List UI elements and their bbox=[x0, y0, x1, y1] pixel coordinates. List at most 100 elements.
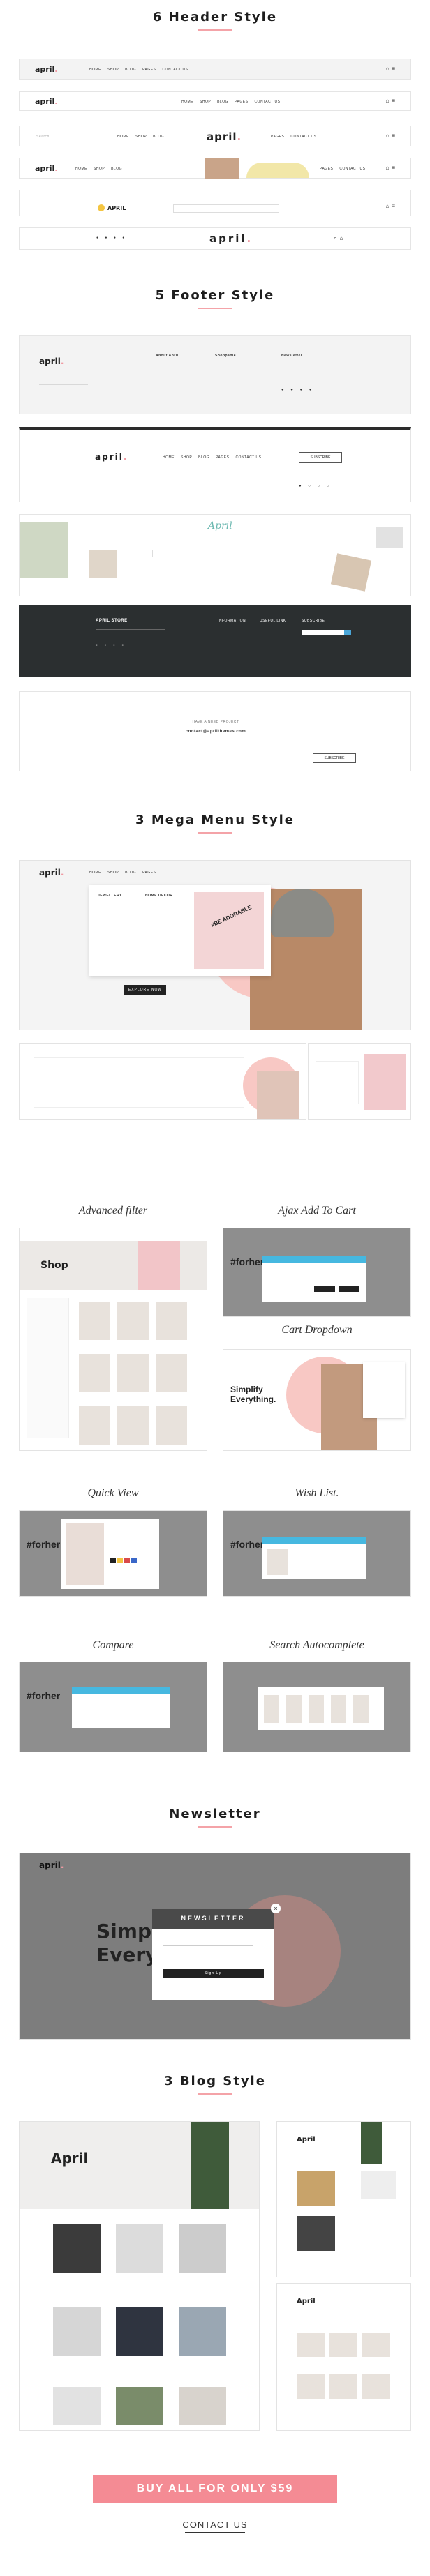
added-to-cart-popup bbox=[262, 1256, 366, 1302]
title-underline bbox=[198, 1826, 232, 1828]
header-style-2: april. HOME SHOP BLOG PAGES CONTACT US ⌂≡ bbox=[19, 91, 411, 111]
caption-search-auto: Search Autocomplete bbox=[269, 1639, 364, 1651]
logo-center[interactable]: april. bbox=[209, 232, 253, 245]
logo[interactable]: april. bbox=[35, 65, 57, 74]
header-style-5: APRIL ⌂≡ bbox=[19, 190, 411, 216]
main-nav: HOME SHOP BLOG PAGES CONTACT US bbox=[89, 68, 194, 72]
filter-sidebar[interactable] bbox=[27, 1298, 69, 1438]
advanced-filter-screenshot: Shop bbox=[19, 1228, 207, 1451]
banner-photo bbox=[138, 1241, 180, 1290]
plant-photo bbox=[20, 522, 68, 578]
quick-view-screenshot: #forher bbox=[19, 1510, 207, 1597]
logo[interactable]: APRIL bbox=[108, 205, 126, 211]
newsletter-input[interactable] bbox=[281, 370, 379, 377]
footer-style-2: april. HOME SHOP BLOG PAGES CONTACT US SUBSC… bbox=[19, 427, 411, 502]
footer-email[interactable]: contact@aprilthemes.com bbox=[20, 730, 412, 734]
caption-cart-dropdown: Cart Dropdown bbox=[281, 1324, 353, 1336]
close-icon[interactable]: × bbox=[271, 1904, 281, 1913]
logo[interactable]: april. bbox=[95, 452, 128, 462]
blog-title: April bbox=[51, 2150, 89, 2167]
mega-dropdown bbox=[316, 1061, 359, 1104]
nav-blog[interactable]: BLOG bbox=[125, 68, 136, 72]
decor-shape bbox=[246, 163, 309, 178]
caption-ajax-add: Ajax Add To Cart bbox=[278, 1205, 356, 1217]
social-icons[interactable]: ● ● ● ● bbox=[96, 236, 127, 240]
hero-photo bbox=[205, 158, 239, 179]
search-input[interactable] bbox=[173, 204, 279, 213]
section-title-newsletter: Newsletter bbox=[169, 1807, 261, 1821]
footer-col-newsletter: Newsletter bbox=[281, 354, 303, 358]
search-input[interactable]: Search... bbox=[36, 135, 54, 139]
explore-button[interactable]: EXPLORE NOW bbox=[124, 985, 166, 995]
section-title-header: 6 Header Style bbox=[152, 10, 278, 24]
logo[interactable]: april. bbox=[39, 1860, 64, 1870]
header-icons[interactable]: ⌂≡ bbox=[386, 165, 399, 171]
shop-title: Shop bbox=[40, 1260, 68, 1271]
social-icons[interactable]: ● ● ● ● bbox=[96, 643, 126, 647]
newsletter-input[interactable] bbox=[302, 630, 350, 635]
social-icons[interactable]: ● ● ● ● bbox=[281, 388, 315, 392]
header-style-1: april. HOME SHOP BLOG PAGES CONTACT US ⌂≡ bbox=[19, 59, 411, 80]
wish-list-screenshot: #forher bbox=[223, 1510, 411, 1597]
compare-popup bbox=[72, 1687, 170, 1728]
title-underline bbox=[198, 832, 232, 834]
footer-style-5: HAVE A NEED PROJECT contact@aprilthemes.… bbox=[19, 691, 411, 771]
subscribe-button[interactable]: SUBSCRIBE bbox=[313, 753, 356, 763]
logo[interactable]: april. bbox=[39, 356, 64, 366]
title-underline bbox=[198, 2093, 232, 2095]
cart-dropdown[interactable] bbox=[363, 1362, 405, 1418]
header-icons[interactable]: ⌂≡ bbox=[386, 98, 399, 104]
logo[interactable]: april. bbox=[35, 164, 57, 173]
footer-nav: HOME SHOP BLOG PAGES CONTACT US bbox=[163, 455, 262, 460]
logo-center[interactable]: april. bbox=[207, 130, 242, 143]
buy-all-button[interactable]: BUY ALL FOR ONLY $59 bbox=[93, 2475, 337, 2503]
header-icons[interactable]: ⌂≡ bbox=[386, 203, 399, 209]
wishlist-popup bbox=[262, 1537, 366, 1579]
title-underline bbox=[198, 29, 232, 31]
footer-style-1: april. About April Shoppable Newsletter … bbox=[19, 335, 411, 414]
mega-menu-style-2 bbox=[19, 1043, 306, 1120]
mega-menu-style-3 bbox=[308, 1043, 411, 1120]
blog-style-2: April bbox=[276, 2121, 411, 2277]
logo[interactable]: april. bbox=[35, 97, 57, 106]
header-style-4: april. HOME SHOP BLOG PAGES CONTACT US ⌂≡ bbox=[19, 158, 411, 179]
main-nav: HOME SHOP BLOG PAGES bbox=[89, 871, 156, 875]
store-title: APRIL STORE bbox=[96, 619, 128, 623]
header-icons[interactable]: ⌂≡ bbox=[386, 133, 399, 139]
model-photo bbox=[257, 1071, 299, 1119]
view-cart-button[interactable] bbox=[314, 1286, 335, 1292]
caption-wish-list: Wish List. bbox=[295, 1487, 339, 1499]
contact-underline bbox=[185, 2532, 245, 2533]
newsletter-popup: NEWSLETTER Sign Up × bbox=[152, 1904, 281, 2000]
contact-us-link[interactable]: CONTACT US bbox=[0, 2519, 430, 2530]
plant-photo bbox=[191, 2122, 229, 2209]
right-nav: PAGES CONTACT US bbox=[320, 167, 366, 171]
title-underline bbox=[198, 308, 232, 309]
subscribe-button[interactable] bbox=[344, 630, 351, 635]
main-nav: HOME SHOP BLOG bbox=[75, 167, 123, 171]
logo[interactable]: april. bbox=[39, 868, 64, 878]
logo-mark-icon bbox=[98, 204, 105, 211]
search-autocomplete-screenshot bbox=[223, 1662, 411, 1752]
nav-contact[interactable]: CONTACT US bbox=[162, 68, 188, 72]
footer-col-links: USEFUL LINK bbox=[260, 619, 286, 623]
footer-col-about: About April bbox=[156, 354, 179, 358]
blog-style-3: April bbox=[276, 2283, 411, 2431]
section-title-blog: 3 Blog Style bbox=[164, 2074, 266, 2088]
signup-button[interactable]: Sign Up bbox=[163, 1969, 264, 1978]
ajax-add-screenshot: #forher bbox=[223, 1228, 411, 1317]
script-logo[interactable]: April bbox=[208, 520, 232, 532]
nav-pages[interactable]: PAGES bbox=[142, 68, 156, 72]
blog-style-1: April bbox=[19, 2121, 260, 2431]
subscribe-button[interactable]: SUBSCRIBE bbox=[299, 452, 342, 463]
nav-shop[interactable]: SHOP bbox=[108, 68, 119, 72]
cart-dropdown-screenshot: Simplify Everything. bbox=[223, 1349, 411, 1451]
email-field[interactable] bbox=[163, 1957, 265, 1966]
social-icons[interactable]: ● ○ ○ ○ bbox=[299, 484, 332, 488]
newsletter-input[interactable] bbox=[152, 550, 279, 557]
header-icons[interactable]: ⌂≡ bbox=[386, 66, 399, 72]
header-icons[interactable]: ⌕⌂ bbox=[334, 235, 346, 242]
checkout-button[interactable] bbox=[339, 1286, 359, 1292]
decor-photo bbox=[89, 550, 117, 578]
nav-home[interactable]: HOME bbox=[89, 68, 101, 72]
